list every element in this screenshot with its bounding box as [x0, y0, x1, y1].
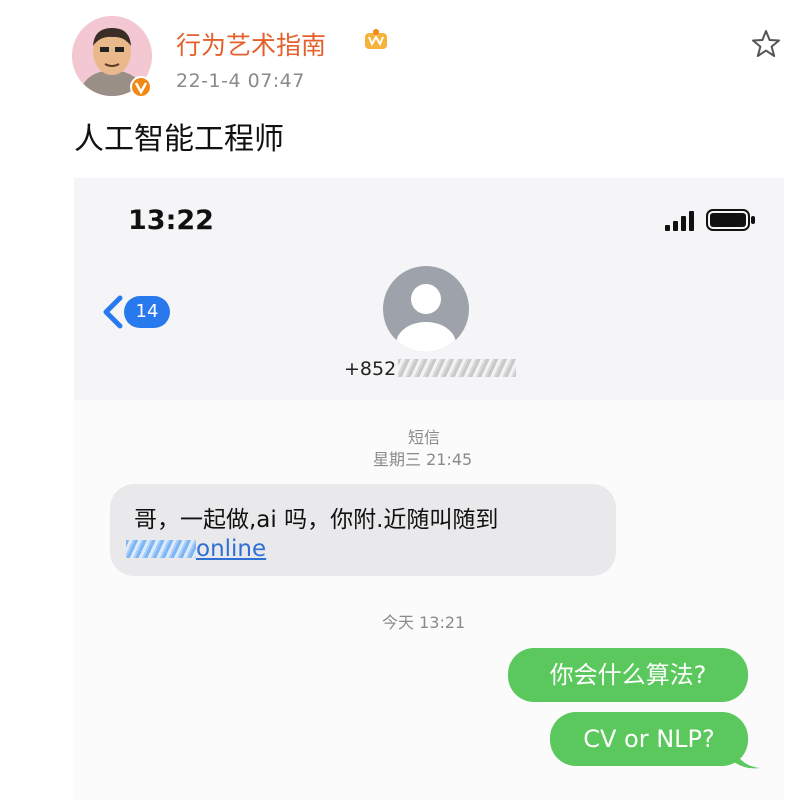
incoming-message-text: 哥，一起做,ai 吗，你附.近随叫随到 [134, 507, 499, 533]
bubble-tail [734, 748, 760, 769]
message-date-label: 今天 13:21 [382, 613, 466, 632]
contact-avatar-icon[interactable] [383, 266, 469, 352]
contact-phone-number[interactable]: +852 [344, 358, 517, 380]
post-timestamp: 22-1-4 07:47 [176, 70, 305, 92]
redacted-number-mask [398, 359, 517, 377]
post-text: 人工智能工程师 [74, 122, 284, 157]
message-type-label: 短信 [408, 428, 441, 447]
message-date-label: 星期三 21:45 [373, 450, 473, 469]
outgoing-message-bubble[interactable]: 你会什么算法? [508, 648, 748, 702]
incoming-message-link[interactable]: online [126, 536, 266, 562]
battery-icon [706, 208, 756, 232]
cellular-signal-icon [664, 210, 696, 232]
vip-crown-icon [364, 28, 388, 50]
username[interactable]: 行为艺术指南 [176, 26, 326, 62]
unread-count-badge: 14 [124, 296, 170, 328]
verified-badge-icon [130, 76, 152, 98]
favorite-star-icon[interactable] [750, 28, 782, 60]
back-button[interactable]: 14 [100, 292, 176, 332]
link-suffix: online [196, 536, 267, 562]
status-bar-clock: 13:22 [128, 205, 214, 236]
redacted-link-mask [126, 540, 196, 558]
outgoing-message-bubble[interactable]: CV or NLP? [550, 712, 748, 766]
phone-number-prefix: +852 [344, 358, 397, 380]
